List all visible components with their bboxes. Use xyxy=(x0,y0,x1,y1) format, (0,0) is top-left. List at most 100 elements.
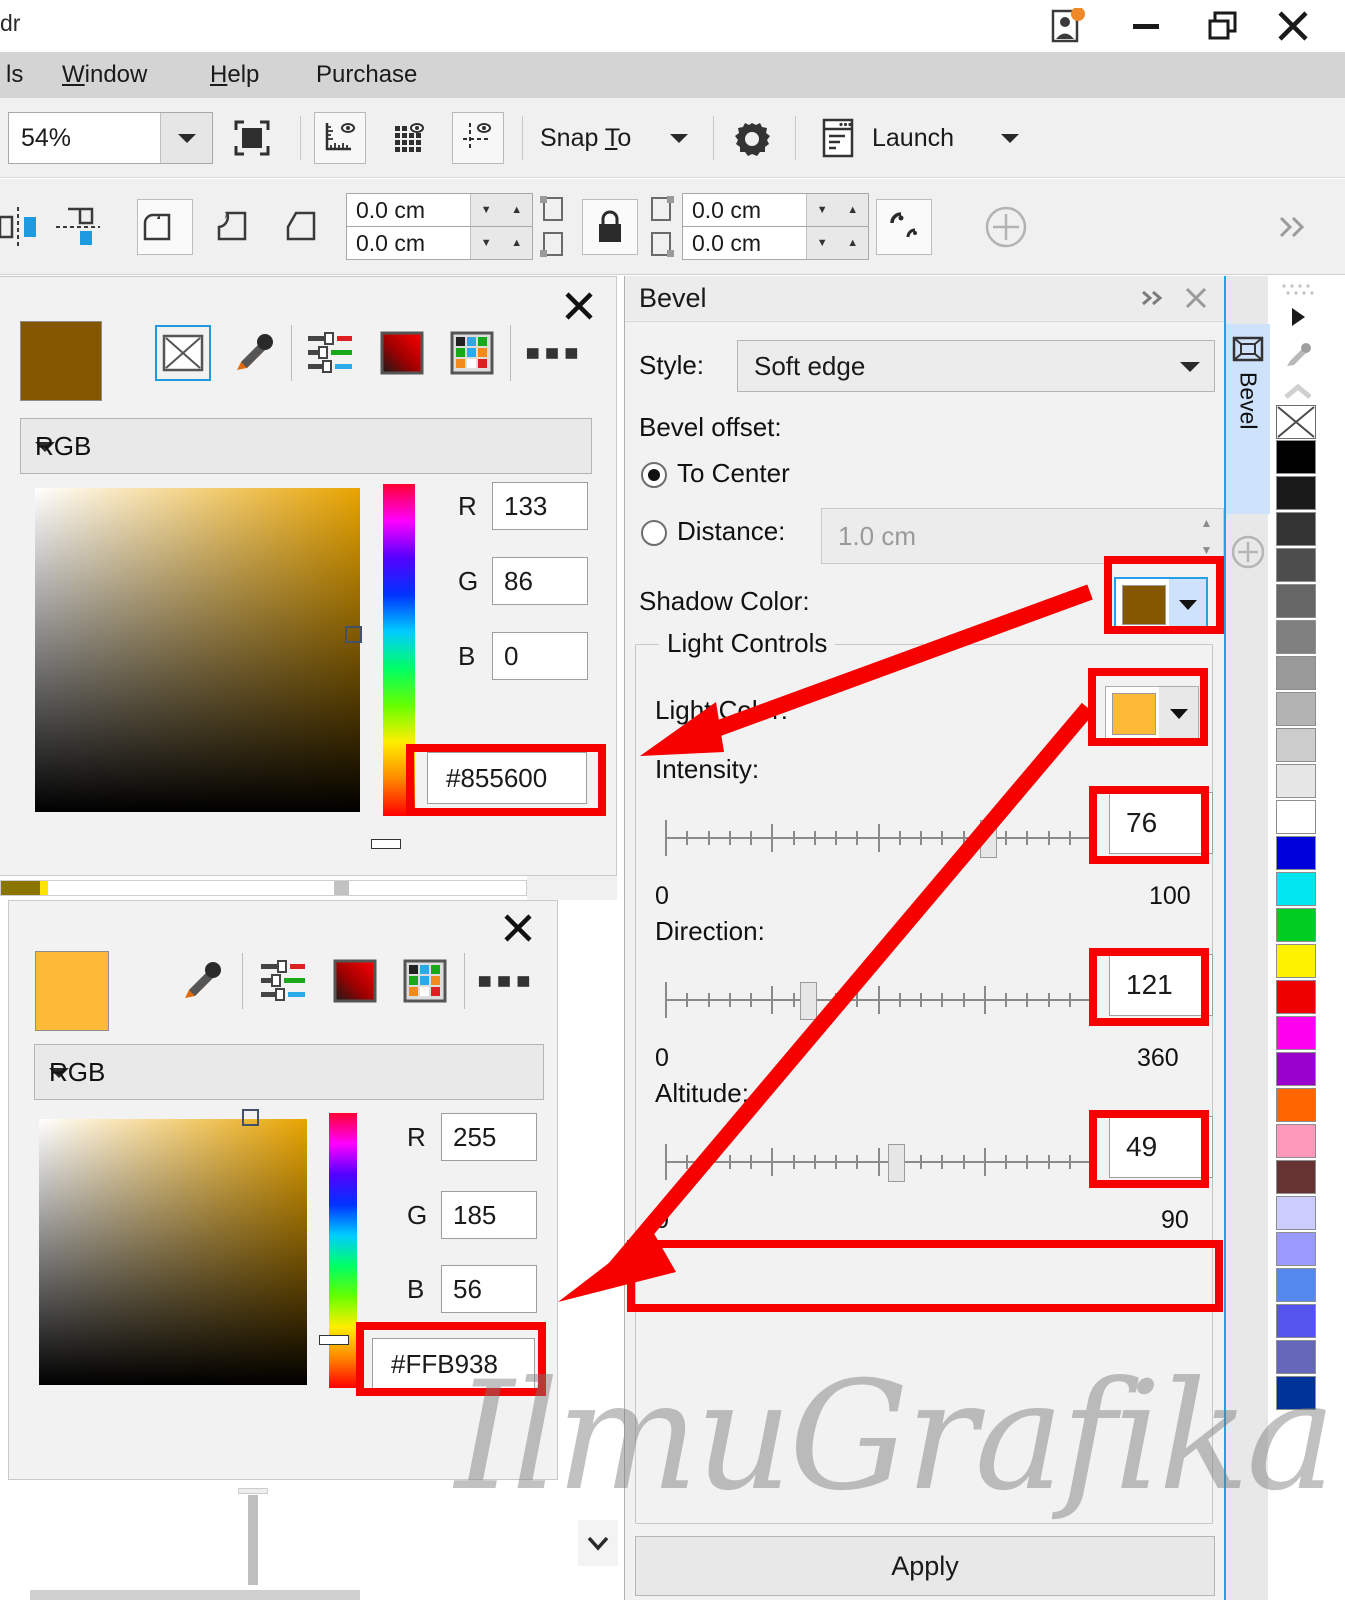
b-input[interactable]: 56 xyxy=(441,1265,537,1313)
b-input[interactable]: 0 xyxy=(492,632,588,680)
chamfer-corner-icon[interactable] xyxy=(276,199,332,255)
snap-to-button[interactable]: Snap To xyxy=(540,112,631,164)
palette-swatch[interactable] xyxy=(1276,1016,1316,1050)
tab-bevel[interactable]: Bevel xyxy=(1226,324,1270,514)
palette-swatch[interactable] xyxy=(1276,1088,1316,1122)
palette-chip[interactable] xyxy=(40,881,48,895)
palette-swatch[interactable] xyxy=(1276,1124,1316,1158)
hue-cursor[interactable] xyxy=(371,839,401,849)
saturation-value-field[interactable] xyxy=(39,1109,307,1385)
zoom-level-combobox[interactable]: 54% xyxy=(8,112,213,164)
corner-radius-spinners[interactable]: 0.0 cm ▼ ▲ 0.0 cm ▼ ▲ xyxy=(346,193,533,261)
document-palette-scrollbar[interactable] xyxy=(0,880,527,896)
intensity-slider[interactable] xyxy=(665,814,1092,866)
outline-spinners[interactable]: 0.0 cm ▼ ▲ 0.0 cm ▼ ▲ xyxy=(682,193,869,261)
zoom-to-page-icon[interactable] xyxy=(226,112,278,164)
double-chevron-right-icon[interactable] xyxy=(1137,282,1171,314)
radio-to-center[interactable] xyxy=(641,462,667,488)
palette-swatch[interactable] xyxy=(1276,1304,1316,1338)
distance-spinner[interactable]: ▲ ▼ xyxy=(1190,508,1224,564)
scallop-corner-icon[interactable] xyxy=(207,199,263,255)
altitude-value[interactable]: 49 xyxy=(1109,1116,1213,1178)
launch-button[interactable]: Launch xyxy=(872,112,954,164)
chevron-down-icon[interactable] xyxy=(1159,687,1198,741)
color-grid-icon[interactable] xyxy=(397,953,453,1009)
outline-bottom-spinner[interactable]: 0.0 cm ▼ ▲ xyxy=(682,226,869,260)
color-gradient-icon[interactable] xyxy=(374,325,430,381)
palette-swatch[interactable] xyxy=(1276,1160,1316,1194)
gear-icon[interactable] xyxy=(726,112,778,164)
mirror-horizontal-icon[interactable] xyxy=(0,199,46,255)
corner-radius-bottom-spinner[interactable]: 0.0 cm ▼ ▲ xyxy=(346,226,533,260)
close-icon[interactable] xyxy=(1179,280,1213,316)
color-model-combobox[interactable]: RGB xyxy=(34,1044,544,1100)
hue-strip[interactable] xyxy=(371,484,415,849)
palette-swatch[interactable] xyxy=(1276,836,1316,870)
palette-swatch[interactable] xyxy=(1276,800,1316,834)
no-color-x-icon[interactable] xyxy=(155,325,211,381)
palette-scroll-up-icon[interactable] xyxy=(1276,375,1320,409)
palette-swatch[interactable] xyxy=(1276,1340,1316,1374)
palette-swatch[interactable] xyxy=(1276,620,1316,654)
chevron-down-icon[interactable] xyxy=(1166,360,1214,373)
show-grid-icon[interactable] xyxy=(383,112,435,164)
g-input[interactable]: 185 xyxy=(441,1191,537,1239)
palette-swatch[interactable] xyxy=(1276,728,1316,762)
scroll-down-button[interactable] xyxy=(578,1520,618,1566)
palette-swatch[interactable] xyxy=(1276,1052,1316,1086)
slider-thumb[interactable] xyxy=(800,982,817,1020)
close-icon[interactable] xyxy=(1262,0,1324,52)
color-sliders-icon[interactable] xyxy=(256,953,312,1009)
g-input[interactable]: 86 xyxy=(492,557,588,605)
curve-smoothness-icon[interactable] xyxy=(876,199,932,255)
chevron-down-icon[interactable] xyxy=(659,112,699,164)
menu-item-window[interactable]: Window xyxy=(56,52,153,98)
menu-item-help[interactable]: Help xyxy=(204,52,265,98)
application-launcher-icon[interactable] xyxy=(812,112,864,164)
palette-swatch[interactable] xyxy=(1276,764,1316,798)
slider-thumb[interactable] xyxy=(980,820,997,858)
slider-thumb[interactable] xyxy=(888,1144,905,1182)
saturation-value-field[interactable] xyxy=(35,488,362,812)
hue-cursor[interactable] xyxy=(319,1335,349,1345)
palette-chip[interactable] xyxy=(1,881,40,895)
eyedropper-icon[interactable] xyxy=(1276,338,1320,372)
color-sliders-icon[interactable] xyxy=(303,325,359,381)
no-color-x-icon[interactable] xyxy=(1276,405,1316,439)
palette-grip[interactable] xyxy=(1276,280,1320,298)
close-icon[interactable] xyxy=(556,283,602,329)
restore-icon[interactable] xyxy=(1192,0,1254,52)
palette-swatch[interactable] xyxy=(1276,692,1316,726)
minimize-icon[interactable] xyxy=(1115,0,1177,52)
palette-swatch[interactable] xyxy=(1276,512,1316,546)
apply-button[interactable]: Apply xyxy=(635,1536,1215,1596)
direction-value[interactable]: 121 xyxy=(1109,954,1213,1016)
color-model-combobox[interactable]: RGB xyxy=(20,418,592,474)
palette-swatch[interactable] xyxy=(1276,980,1316,1014)
color-grid-icon[interactable] xyxy=(444,325,500,381)
menu-item-tools[interactable]: ls xyxy=(0,52,29,98)
palette-swatch[interactable] xyxy=(1276,656,1316,690)
account-badge-icon[interactable] xyxy=(1040,0,1096,52)
eyedropper-icon[interactable] xyxy=(174,953,230,1009)
palette-swatch[interactable] xyxy=(1276,476,1316,510)
plus-circle-icon[interactable] xyxy=(1230,534,1266,570)
direction-slider[interactable] xyxy=(665,976,1092,1028)
sv-cursor[interactable] xyxy=(242,1109,259,1126)
style-combobox[interactable]: Soft edge xyxy=(737,340,1215,392)
color-gradient-icon[interactable] xyxy=(327,953,383,1009)
palette-swatch[interactable] xyxy=(1276,548,1316,582)
chevron-down-icon[interactable] xyxy=(1169,579,1206,631)
distance-input[interactable]: 1.0 cm xyxy=(821,508,1191,564)
ellipsis-icon[interactable] xyxy=(525,325,581,381)
palette-swatch[interactable] xyxy=(1276,584,1316,618)
outline-top-spinner[interactable]: 0.0 cm ▼ ▲ xyxy=(682,193,869,227)
horizontal-scrollbar[interactable] xyxy=(30,1590,360,1600)
hex-input[interactable]: #FFB938 xyxy=(372,1338,535,1390)
altitude-slider[interactable] xyxy=(665,1138,1092,1190)
light-color-button[interactable] xyxy=(1105,686,1199,742)
round-corner-icon[interactable] xyxy=(137,199,193,255)
palette-swatch[interactable] xyxy=(1276,1196,1316,1230)
menu-item-purchase[interactable]: Purchase xyxy=(310,52,423,98)
mirror-vertical-icon[interactable] xyxy=(50,199,106,255)
